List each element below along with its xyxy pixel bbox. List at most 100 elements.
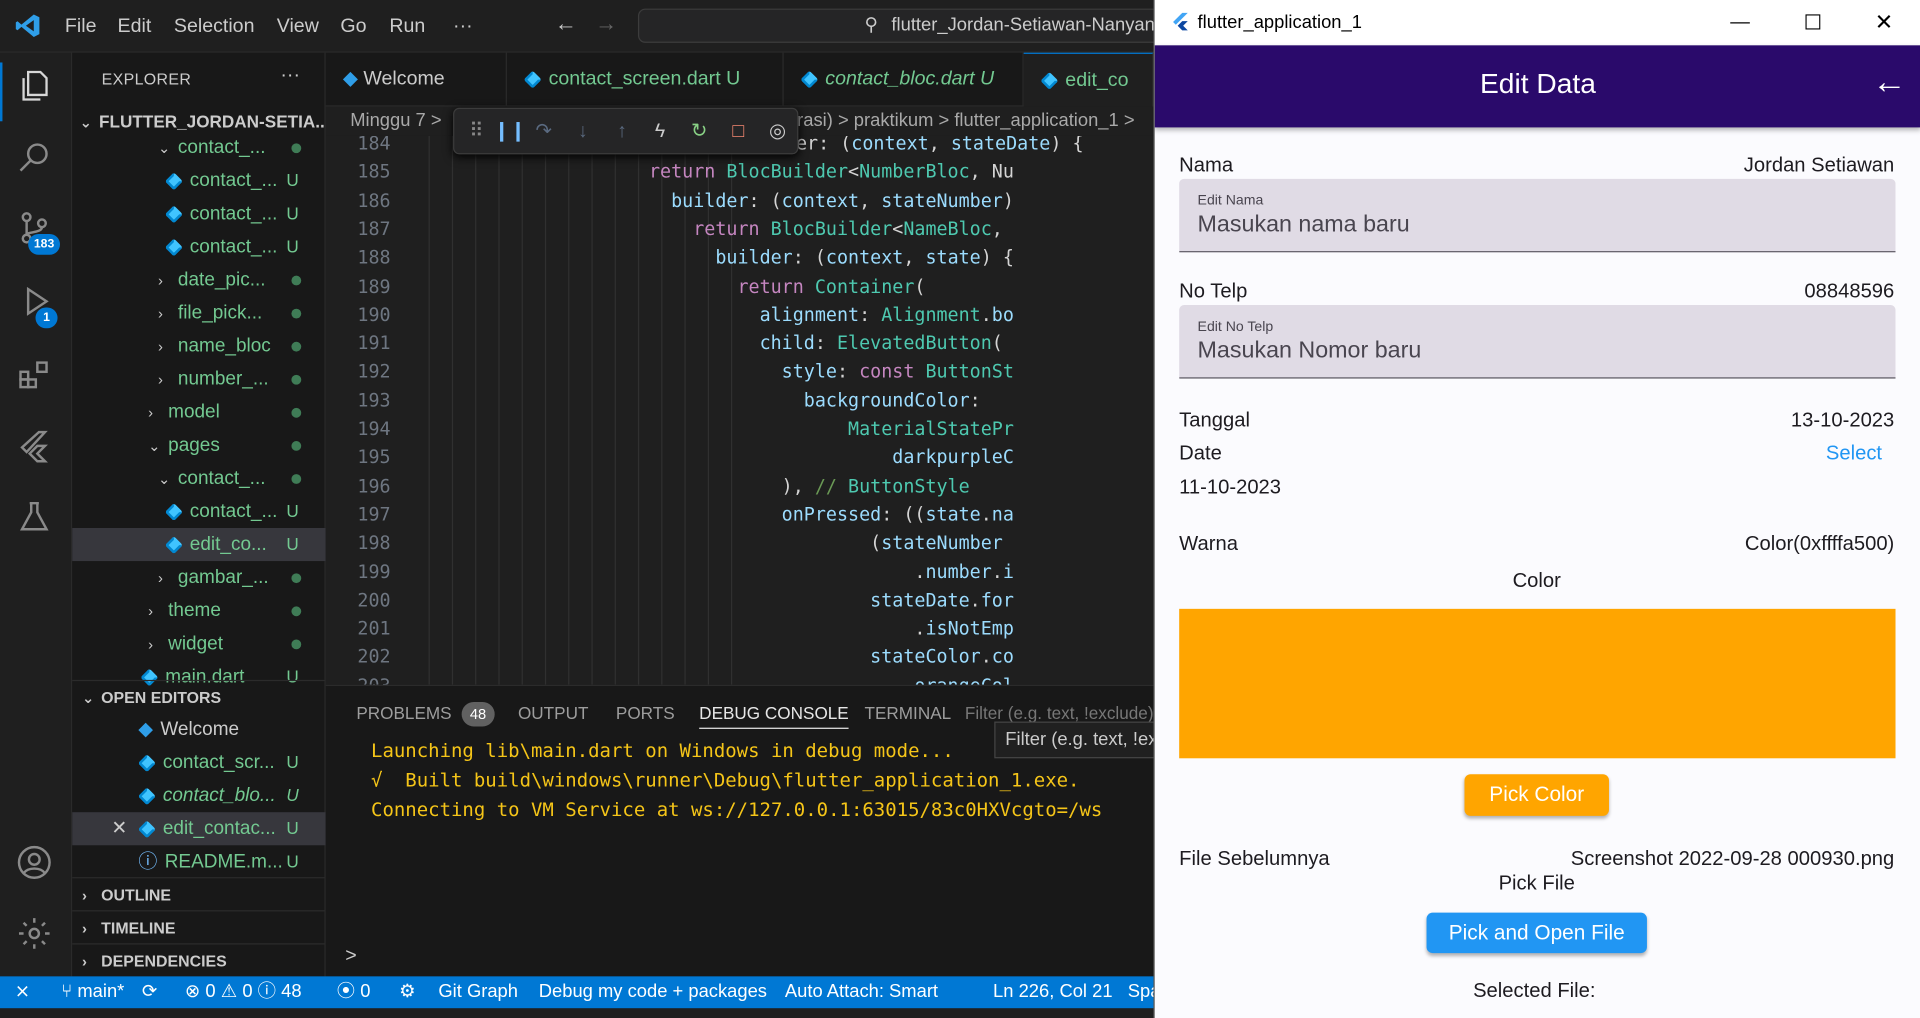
hot-reload-icon[interactable]: ϟ	[648, 120, 672, 145]
settings-gear-icon[interactable]	[16, 915, 58, 957]
remote-icon[interactable]: ⨯	[15, 976, 30, 1008]
menu-go[interactable]: Go	[340, 0, 366, 53]
explorer-item[interactable]: ⌄ pages	[72, 429, 325, 462]
code-line[interactable]: orangeCol	[649, 672, 1014, 685]
explorer-item[interactable]: ⌄ contact_...	[72, 462, 325, 495]
extensions-icon[interactable]	[16, 356, 58, 398]
flutter-icon[interactable]	[16, 428, 58, 470]
edit-telp-field[interactable]: Edit No Telp Masukan Nomor baru	[1179, 305, 1896, 379]
menu-file[interactable]: File	[65, 0, 97, 53]
explorer-item[interactable]: › theme	[72, 594, 325, 627]
explorer-item[interactable]: edit_co... U	[72, 527, 326, 562]
tab-contact-bloc[interactable]: contact_bloc.dart U	[784, 52, 1024, 107]
step-out-icon[interactable]: ↑	[610, 120, 634, 145]
code-line[interactable]: uder: (context, stateDate) {	[774, 136, 1084, 158]
debug-mode-item[interactable]: Debug my code + packages	[539, 976, 767, 1008]
maximize-icon[interactable]: ☐	[1804, 0, 1823, 45]
back-arrow-icon[interactable]: ←	[555, 11, 577, 37]
tab-problems[interactable]: PROBLEMS 48	[356, 698, 495, 727]
open-editor-item[interactable]: ✕ edit_contac... U	[72, 812, 326, 846]
code-line[interactable]: return BlocBuilder<NumberBloc, Nu	[649, 158, 1014, 187]
pick-and-open-file-button[interactable]: Pick and Open File	[1426, 912, 1647, 954]
code-line[interactable]: child: ElevatedButton(	[649, 330, 1003, 359]
explorer-item[interactable]: › file_pick...	[72, 296, 325, 329]
tab-terminal[interactable]: TERMINAL	[864, 698, 951, 727]
code-line[interactable]: stateColor.co	[649, 644, 1014, 673]
code-line[interactable]: builder: (context, stateNumber)	[649, 187, 1014, 216]
explorer-item[interactable]: › date_pic...	[72, 263, 325, 296]
git-graph-item[interactable]: Git Graph	[438, 976, 518, 1008]
back-arrow-icon[interactable]: ←	[1872, 62, 1906, 101]
tab-contact-screen[interactable]: contact_screen.dart U	[507, 52, 784, 107]
pause-icon[interactable]: ❙❙	[493, 120, 526, 145]
code-line[interactable]: ), // ButtonStyle	[649, 472, 970, 501]
code-line[interactable]: style: const ButtonSt	[649, 358, 1014, 387]
ports-status[interactable]: ⦿ 0	[337, 976, 371, 1008]
dependencies-header[interactable]: › DEPENDENCIES	[72, 943, 326, 976]
open-editor-item[interactable]: ◆ Welcome	[72, 713, 325, 746]
explorer-item[interactable]: › gambar_...	[72, 561, 325, 594]
close-icon[interactable]: ✕	[1875, 0, 1893, 45]
open-editors-header[interactable]: ⌄ OPEN EDITORS	[72, 679, 326, 713]
search-icon[interactable]	[16, 138, 58, 180]
code-line[interactable]: .isNotEmp	[649, 615, 1014, 644]
menu-more[interactable]: ···	[453, 0, 473, 53]
run-debug-icon[interactable]: 1	[16, 283, 58, 329]
step-into-icon[interactable]: ↓	[571, 120, 595, 145]
code-editor[interactable]: 184 185 186 187 188 189 190 191 192 193 194 195 196 1…	[325, 135, 1154, 685]
explorer-item[interactable]: contact_... U	[72, 495, 325, 528]
code-line[interactable]: return Container(	[649, 273, 925, 302]
explorer-item[interactable]: contact_... U	[72, 230, 325, 263]
sync-icon[interactable]: ⟳	[142, 976, 157, 1008]
open-editor-item[interactable]: ⓘ README.m... U	[72, 845, 325, 878]
code-line[interactable]: backgroundColor:	[649, 387, 981, 416]
problems-status[interactable]: ⊗ 0 ⚠ 0 ⓘ 48	[185, 976, 302, 1008]
explorer-item[interactable]: › name_bloc	[72, 330, 325, 363]
open-editor-item[interactable]: contact_scr... U	[72, 746, 325, 779]
minimize-icon[interactable]: —	[1730, 0, 1750, 45]
tab-output[interactable]: OUTPUT	[518, 698, 588, 727]
code-line[interactable]: darkpurpleC	[649, 444, 1014, 473]
close-icon[interactable]: ✕	[111, 812, 127, 845]
code-line[interactable]: (stateNumber	[649, 529, 1014, 558]
forward-arrow-icon[interactable]: →	[595, 11, 617, 37]
menu-selection[interactable]: Selection	[174, 0, 255, 53]
explorer-item[interactable]: › model	[72, 396, 325, 429]
breadcrumb-left[interactable]: Minggu 7 >	[350, 107, 441, 136]
open-editor-item[interactable]: contact_blo... U	[72, 779, 325, 812]
tab-welcome[interactable]: ◆ Welcome	[326, 52, 507, 107]
tab-ports[interactable]: PORTS	[616, 698, 675, 727]
stop-icon[interactable]: □	[726, 120, 750, 145]
code-line[interactable]: return BlocBuilder<NameBloc,	[649, 215, 1014, 244]
breadcrumb-right[interactable]: rasi) > praktikum > flutter_application_…	[797, 107, 1134, 136]
console-input-chevron[interactable]: >	[345, 946, 356, 968]
pick-color-button[interactable]: Pick Color	[1464, 774, 1609, 816]
testing-flask-icon[interactable]	[16, 499, 58, 541]
account-icon[interactable]	[16, 844, 58, 886]
cursor-position[interactable]: Ln 226, Col 21	[993, 976, 1112, 1008]
tab-debug-console[interactable]: DEBUG CONSOLE	[699, 698, 849, 729]
explorer-item[interactable]: ⌄ contact_...	[72, 131, 325, 164]
menu-run[interactable]: Run	[389, 0, 425, 53]
edit-nama-field[interactable]: Edit Nama Masukan nama baru	[1179, 178, 1896, 253]
menu-edit[interactable]: Edit	[118, 0, 152, 53]
code-line[interactable]: .number.i	[649, 558, 1014, 587]
source-control-icon[interactable]: 183	[16, 209, 61, 255]
timeline-header[interactable]: › TIMELINE	[72, 910, 326, 943]
drag-handle-icon[interactable]: ⠿	[464, 120, 488, 145]
branch-item[interactable]: ⑂ main*	[61, 976, 124, 1008]
step-over-icon[interactable]: ↷	[531, 120, 555, 145]
code-line[interactable]: builder: (context, state) {	[649, 244, 1014, 273]
explorer-item[interactable]: contact_... U	[72, 197, 325, 230]
explorer-more-icon[interactable]: ···	[280, 65, 300, 87]
devtools-icon[interactable]: ◎	[765, 120, 789, 145]
menu-view[interactable]: View	[277, 0, 319, 53]
explorer-item[interactable]: contact_... U	[72, 164, 325, 197]
date-select-button[interactable]: Select	[1826, 442, 1882, 465]
debug-run-icon[interactable]: ⚙	[399, 976, 415, 1008]
code-line[interactable]: MaterialStatePr	[649, 415, 1014, 444]
restart-icon[interactable]: ↻	[687, 120, 711, 145]
explorer-item[interactable]: › number_...	[72, 363, 325, 396]
tab-edit-contact[interactable]: edit_co	[1023, 52, 1154, 107]
explorer-files-icon[interactable]	[16, 67, 58, 109]
